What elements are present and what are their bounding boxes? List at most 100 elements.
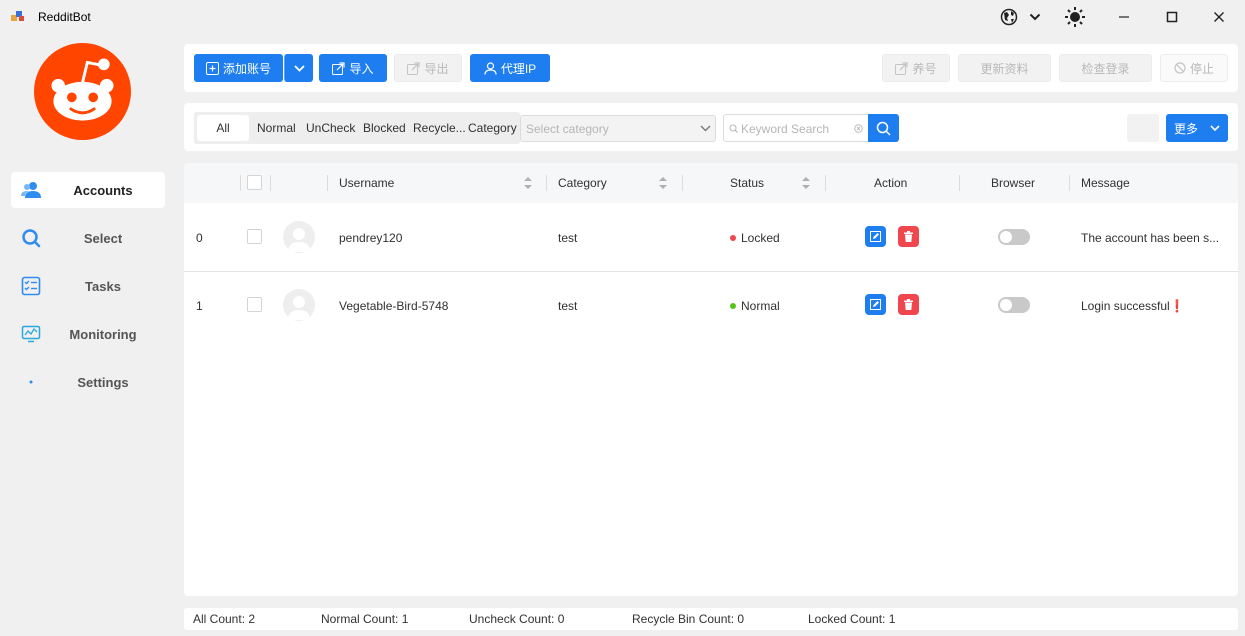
browser-toggle[interactable] [998, 229, 1030, 245]
dot-icon [29, 380, 33, 384]
stop-button[interactable]: 停止 [1160, 54, 1228, 82]
stop-label: 停止 [1189, 61, 1214, 76]
app-icon [11, 11, 24, 21]
search-placeholder: Keyword Search [741, 122, 830, 136]
category-select[interactable]: Select category [520, 115, 716, 142]
column-category[interactable]: Category [558, 176, 607, 190]
select-all-checkbox[interactable] [247, 175, 262, 190]
update-profile-button[interactable]: 更新资料 [958, 54, 1051, 82]
column-separator [959, 175, 960, 191]
sidebar-item-accounts[interactable]: Accounts [11, 172, 165, 208]
share-icon [332, 61, 346, 75]
chevron-down-icon[interactable] [1025, 6, 1045, 28]
status-dot [730, 302, 736, 309]
row-checkbox[interactable] [247, 297, 262, 312]
clear-icon[interactable] [854, 124, 863, 133]
minimize-icon[interactable] [1112, 6, 1136, 28]
search-icon [22, 229, 41, 248]
proxy-ip-label: 代理IP [500, 61, 537, 76]
status-label: Normal [741, 299, 780, 313]
browser-toggle[interactable] [998, 297, 1030, 313]
column-browser: Browser [991, 176, 1036, 190]
share-icon [895, 61, 909, 75]
nurture-button[interactable]: 养号 [882, 54, 950, 82]
keyword-search-input[interactable]: Keyword Search [723, 114, 869, 142]
sun-icon[interactable] [1063, 6, 1087, 28]
recycle-bin-count: Recycle Bin Count: 0 [632, 612, 745, 626]
more-button[interactable]: 更多 [1166, 114, 1228, 142]
user-icon [484, 61, 497, 75]
sidebar-item-monitoring[interactable]: Monitoring [11, 316, 165, 352]
search-button[interactable] [868, 114, 899, 142]
column-username[interactable]: Username [339, 176, 394, 190]
delete-button[interactable] [898, 226, 919, 247]
sidebar-item-label: Tasks [85, 278, 121, 294]
import-label: 导入 [349, 61, 374, 76]
sort-icon[interactable] [658, 175, 668, 191]
share-icon [407, 61, 421, 75]
column-separator [1069, 175, 1070, 191]
sort-icon[interactable] [523, 175, 533, 191]
blank-button[interactable] [1127, 114, 1159, 142]
all-count: All Count: 2 [193, 612, 256, 626]
column-message: Message [1081, 176, 1130, 190]
tab-category[interactable]: Category [468, 112, 517, 144]
table-row[interactable]: 1 Vegetable-Bird-5748 test Normal Login … [184, 271, 1238, 339]
tab-normal[interactable]: Normal [257, 112, 296, 144]
search-icon [876, 121, 891, 136]
tab-blocked[interactable]: Blocked [363, 112, 406, 144]
stop-icon [1174, 62, 1186, 74]
monitor-icon [21, 325, 41, 343]
proxy-ip-button[interactable]: 代理IP [470, 54, 550, 82]
tab-uncheck[interactable]: UnCheck [306, 112, 355, 144]
uncheck-count: Uncheck Count: 0 [469, 612, 565, 626]
export-button[interactable]: 导出 [394, 54, 462, 82]
nurture-label: 养号 [912, 61, 937, 76]
sidebar-item-select[interactable]: Select [11, 220, 165, 256]
chevron-down-icon [1210, 124, 1220, 131]
normal-count: Normal Count: 1 [321, 612, 409, 626]
close-icon[interactable] [1207, 6, 1231, 28]
title-bar: RedditBot [0, 0, 1245, 34]
username-cell: pendrey120 [339, 231, 403, 245]
tab-recycle[interactable]: Recycle... [413, 112, 466, 144]
add-account-dropdown[interactable] [284, 54, 313, 82]
add-account-button[interactable]: 添加账号 [194, 54, 283, 82]
column-separator [240, 175, 241, 191]
trash-icon [904, 299, 913, 310]
edit-button[interactable] [865, 294, 886, 315]
more-label: 更多 [1173, 121, 1198, 136]
table-header: Username Category Status Action Browser … [184, 163, 1238, 203]
locked-count: Locked Count: 1 [808, 612, 896, 626]
sort-icon[interactable] [801, 175, 811, 191]
edit-icon [870, 299, 881, 310]
avatar-placeholder-icon [288, 228, 310, 252]
export-label: 导出 [424, 61, 449, 76]
sidebar-item-tasks[interactable]: Tasks [11, 268, 165, 304]
search-icon [729, 124, 738, 133]
sidebar-item-label: Settings [77, 374, 129, 390]
message-cell: The account has been s... [1081, 231, 1220, 245]
sidebar-item-settings[interactable]: Settings [11, 364, 165, 400]
check-login-label: 检查登录 [1081, 61, 1130, 76]
column-status[interactable]: Status [730, 176, 764, 190]
chevron-down-icon [700, 125, 711, 132]
edit-button[interactable] [865, 226, 886, 247]
row-index: 0 [196, 231, 203, 245]
tab-all[interactable]: All [197, 115, 249, 141]
status-bar: All Count: 2 Normal Count: 1 Uncheck Cou… [184, 608, 1238, 630]
maximize-icon[interactable] [1160, 6, 1184, 28]
import-button[interactable]: 导入 [319, 54, 387, 82]
category-select-placeholder: Select category [526, 122, 609, 136]
avatar [283, 289, 315, 321]
globe-icon[interactable] [998, 6, 1020, 28]
reddit-logo [34, 43, 131, 140]
status-cell: Locked [730, 231, 780, 245]
table-row[interactable]: 0 pendrey120 test Locked The account has… [184, 203, 1238, 271]
row-checkbox[interactable] [247, 229, 262, 244]
check-login-button[interactable]: 检查登录 [1059, 54, 1152, 82]
delete-button[interactable] [898, 294, 919, 315]
category-cell: test [558, 231, 578, 245]
window-title: RedditBot [38, 10, 91, 24]
update-profile-label: 更新资料 [980, 61, 1029, 76]
